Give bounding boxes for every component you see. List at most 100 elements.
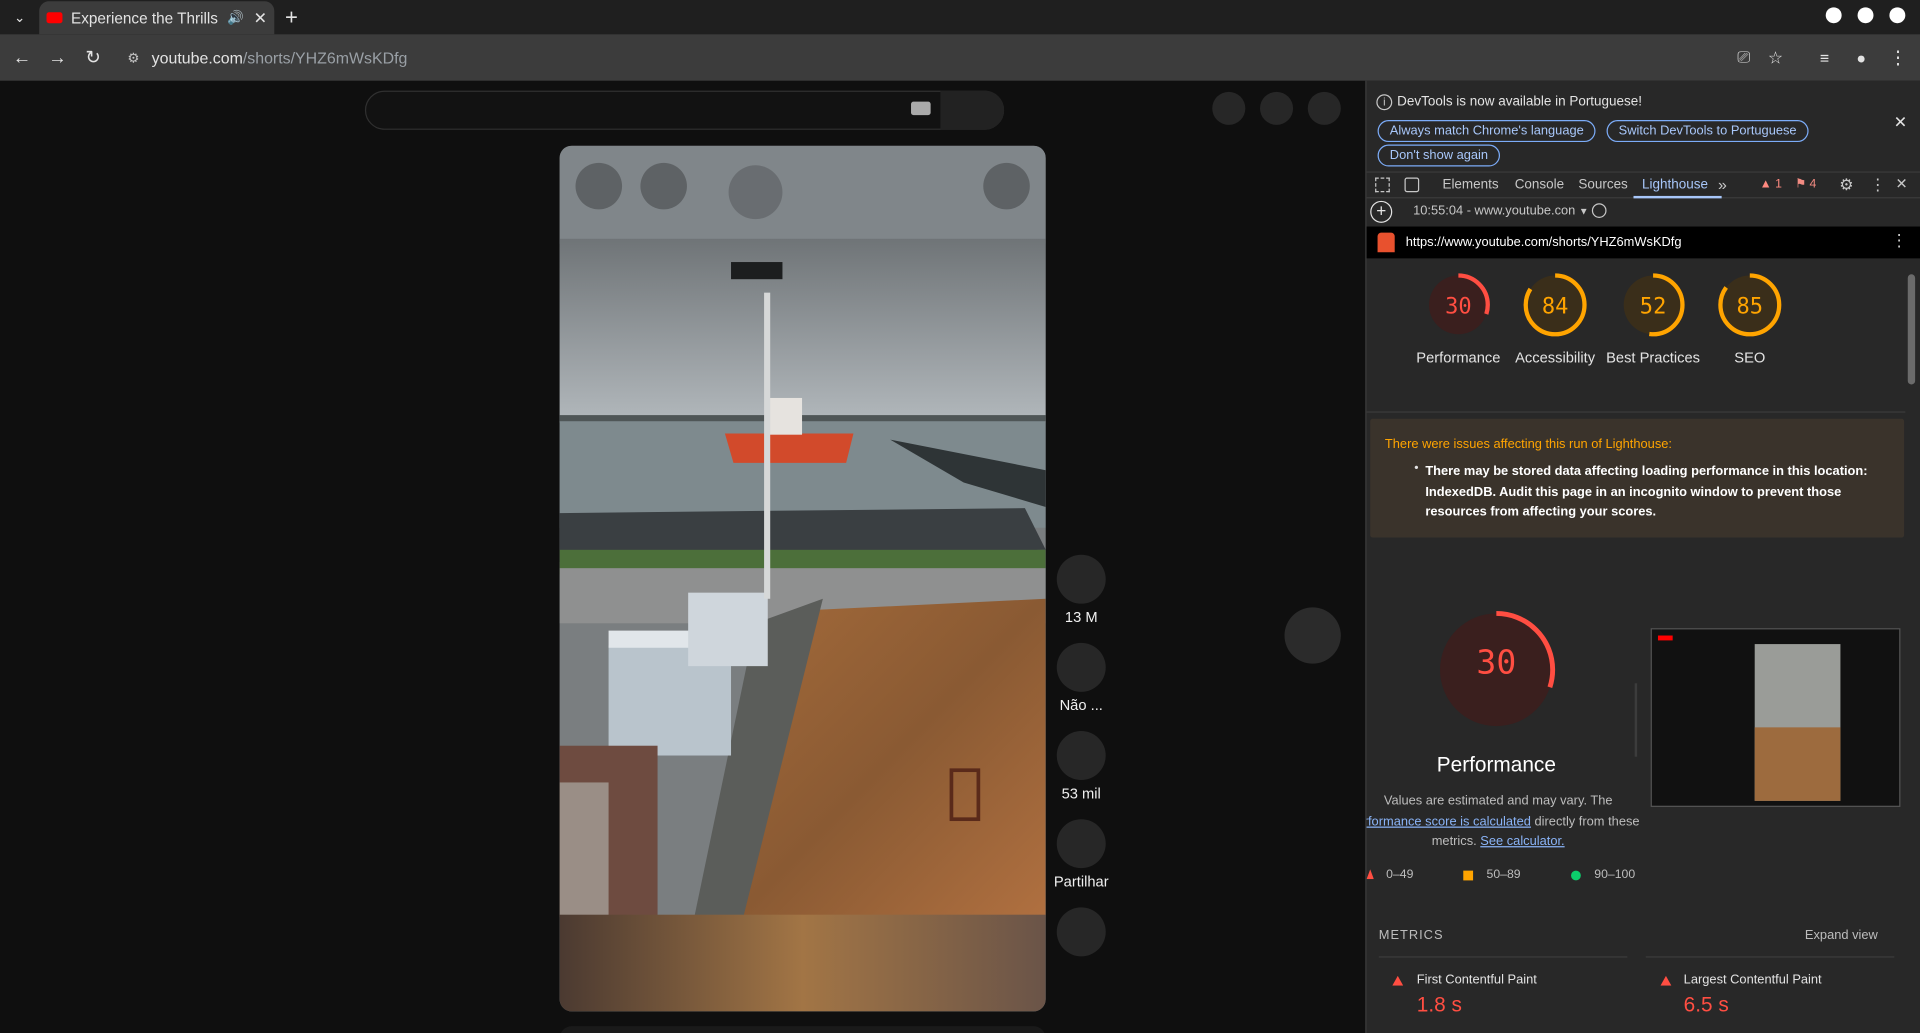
next-short-button[interactable] xyxy=(1284,607,1341,664)
always-match-language-button[interactable]: Always match Chrome's language xyxy=(1377,120,1597,143)
metric-lcp-label: Largest Contentful Paint xyxy=(1683,972,1822,987)
profile-icon[interactable]: ● xyxy=(1847,43,1876,72)
tab-console[interactable]: Console xyxy=(1515,178,1564,193)
back-icon[interactable]: ← xyxy=(7,43,36,72)
report-url: https://www.youtube.com/shorts/YHZ6mWsKD… xyxy=(1405,235,1682,250)
dont-show-again-button[interactable]: Don't show again xyxy=(1377,144,1501,167)
banner-button-row-2: Don't show again xyxy=(1377,143,1501,167)
more-actions-button[interactable] xyxy=(1056,907,1106,957)
browser-toolbar: ← → ↻ ⚙ youtube.com/shorts/YHZ6mWsKDfg ⎚… xyxy=(0,34,1920,81)
score-ring: 84 xyxy=(1523,273,1587,337)
report-time: 10:55:04 - www.youtube.con xyxy=(1413,203,1576,218)
browser-tab[interactable]: Experience the Thrills 🔊 ✕ xyxy=(39,1,275,35)
window-close-button[interactable] xyxy=(1889,7,1906,24)
site-info-icon[interactable]: ⚙ xyxy=(127,50,139,66)
score-ring: 30 xyxy=(1426,273,1490,337)
youtube-shorts-page: 13 M Não ... 53 mil Partilhar xyxy=(0,80,1366,1033)
url-host: youtube.com xyxy=(151,48,243,67)
warning-counter[interactable]: ▲ 1 xyxy=(1760,178,1782,191)
legend-average-range: 50–89 xyxy=(1486,868,1521,882)
device-toolbar-icon[interactable] xyxy=(1404,177,1420,193)
notifications-button[interactable] xyxy=(1260,91,1294,125)
next-video-preview xyxy=(559,1026,1046,1033)
issues-counter[interactable]: ⚑ 4 xyxy=(1795,178,1816,191)
issues-count: 4 xyxy=(1809,177,1817,192)
performance-title: Performance xyxy=(1436,753,1556,777)
shorts-video-player[interactable] xyxy=(559,145,1046,1012)
metrics-divider-right xyxy=(1645,956,1895,958)
dislike-button[interactable] xyxy=(1056,642,1106,692)
inspect-element-icon[interactable] xyxy=(1375,177,1390,193)
perf-score-link[interactable]: performance score is calculated xyxy=(1367,814,1531,829)
switch-to-portuguese-button[interactable]: Switch DevTools to Portuguese xyxy=(1606,120,1809,143)
tab-title: Experience the Thrills xyxy=(71,9,218,27)
report-dropdown-icon: ▼ xyxy=(1578,205,1589,217)
tab-search-chevron-icon[interactable]: ⌄ xyxy=(5,2,34,31)
settings-gear-icon[interactable]: ⚙ xyxy=(1839,175,1853,195)
legend-fail-icon xyxy=(1366,869,1374,880)
lighthouse-logo-icon xyxy=(1377,232,1395,253)
video-frame-image xyxy=(559,145,1046,1012)
clear-reports-icon[interactable] xyxy=(1591,203,1607,218)
score-gauge-seo[interactable]: 85 SEO xyxy=(1701,271,1799,368)
share-label: Partilhar xyxy=(1053,873,1109,891)
metrics-divider-left xyxy=(1378,956,1628,958)
score-gauge-best-practices[interactable]: 52 Best Practices xyxy=(1604,271,1702,368)
search-button[interactable] xyxy=(940,90,1005,130)
score-gauges: 30 Performance 84 Accessibility 52 Best Pract… xyxy=(1367,258,1906,411)
keyboard-icon[interactable] xyxy=(911,101,931,116)
score-label: Accessibility xyxy=(1515,348,1596,367)
tab-lighthouse[interactable]: Lighthouse xyxy=(1642,178,1708,193)
divider-vertical xyxy=(1634,683,1638,757)
audio-playing-icon[interactable]: 🔊 xyxy=(227,10,244,26)
devtools-scrollbar[interactable] xyxy=(1907,274,1916,385)
window-maximize-button[interactable] xyxy=(1857,7,1874,24)
close-devtools-icon[interactable]: ✕ xyxy=(1896,175,1908,192)
more-tabs-icon[interactable]: » xyxy=(1718,175,1727,193)
score-gauge-performance[interactable]: 30 Performance xyxy=(1409,271,1507,368)
report-menu-icon[interactable]: ⋮ xyxy=(1891,230,1908,251)
report-selector[interactable]: 10:55:04 - www.youtube.con ▼ xyxy=(1413,203,1589,218)
score-value: 85 xyxy=(1737,294,1764,319)
active-tab-indicator xyxy=(1633,195,1722,199)
see-calculator-link[interactable]: See calculator. xyxy=(1480,834,1564,849)
media-queue-icon[interactable]: ≡ xyxy=(1810,43,1839,72)
perf-desc-2: directly from these xyxy=(1534,813,1640,829)
install-app-icon[interactable]: ⎚ xyxy=(1729,43,1758,72)
tab-sources[interactable]: Sources xyxy=(1578,178,1627,193)
new-tab-button[interactable]: + xyxy=(277,2,306,31)
run-warnings-box: There were issues affecting this run of … xyxy=(1370,418,1905,538)
bookmark-star-icon[interactable]: ☆ xyxy=(1761,43,1790,72)
share-button[interactable] xyxy=(1056,819,1106,869)
metric-fcp-label: First Contentful Paint xyxy=(1416,972,1537,987)
window-minimize-button[interactable] xyxy=(1825,7,1842,24)
comments-button[interactable] xyxy=(1056,731,1106,781)
address-bar[interactable]: ⚙ youtube.com/shorts/YHZ6mWsKDfg xyxy=(118,39,1796,76)
expand-view-button[interactable]: Expand view xyxy=(1805,928,1878,943)
metric-lcp-value: 6.5 s xyxy=(1683,993,1729,1017)
avatar[interactable] xyxy=(1307,91,1341,125)
reload-icon[interactable]: ↻ xyxy=(78,43,107,72)
score-gauge-accessibility[interactable]: 84 Accessibility xyxy=(1506,271,1604,368)
tab-strip: ⌄ Experience the Thrills 🔊 ✕ + xyxy=(0,0,1920,35)
score-ring: 85 xyxy=(1718,273,1782,337)
devtools-menu-icon[interactable]: ⋮ xyxy=(1870,175,1886,195)
issues-flag-icon: ⚑ xyxy=(1795,177,1807,192)
new-report-icon[interactable]: + xyxy=(1370,200,1393,223)
forward-icon[interactable]: → xyxy=(43,43,72,72)
search-input[interactable] xyxy=(364,90,1005,130)
youtube-favicon-icon xyxy=(46,12,63,24)
tab-close-icon[interactable]: ✕ xyxy=(254,8,267,28)
chrome-menu-icon[interactable]: ⋮ xyxy=(1883,43,1912,72)
devtools-panel: i DevTools is now available in Portugues… xyxy=(1365,80,1920,1033)
thumbnail-logo xyxy=(1657,635,1673,641)
score-label: Performance xyxy=(1416,348,1501,367)
page-screenshot-thumbnail[interactable] xyxy=(1650,628,1901,807)
create-button[interactable] xyxy=(1212,91,1246,125)
banner-close-icon[interactable]: ✕ xyxy=(1891,113,1911,133)
legend-pass-range: 90–100 xyxy=(1594,868,1636,882)
like-button[interactable] xyxy=(1056,554,1106,604)
score-label: SEO xyxy=(1734,348,1766,367)
report-url-bar: https://www.youtube.com/shorts/YHZ6mWsKD… xyxy=(1366,226,1920,259)
tab-elements[interactable]: Elements xyxy=(1442,178,1498,193)
